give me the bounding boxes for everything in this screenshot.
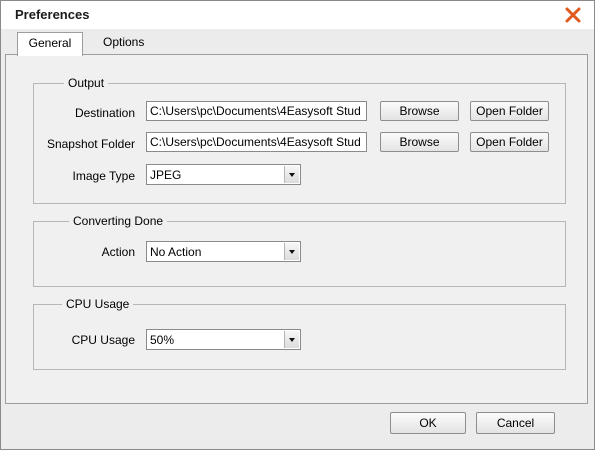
cpu-usage-label: CPU Usage — [71, 333, 135, 347]
cpu-usage-value: 50% — [150, 333, 175, 347]
general-panel: Output Destination C:\Users\pc\Documents… — [5, 54, 588, 404]
action-label: Action — [101, 245, 135, 259]
destination-label: Destination — [74, 106, 135, 120]
chevron-down-icon[interactable] — [284, 166, 299, 183]
output-group-title: Output — [64, 76, 109, 90]
chevron-down-icon[interactable] — [284, 331, 299, 348]
close-button[interactable] — [564, 6, 582, 24]
action-value: No Action — [150, 245, 202, 259]
tab-general[interactable]: General — [17, 32, 83, 56]
close-icon — [565, 7, 581, 23]
snapshot-folder-label: Snapshot Folder — [46, 137, 135, 151]
image-type-value: JPEG — [150, 168, 182, 182]
output-group: Output Destination C:\Users\pc\Documents… — [33, 76, 566, 204]
action-select[interactable]: No Action — [146, 241, 301, 262]
destination-open-folder-button[interactable]: Open Folder — [470, 101, 549, 121]
snapshot-folder-field[interactable]: C:\Users\pc\Documents\4Easysoft Stud — [146, 132, 367, 152]
converting-done-group: Converting Done Action No Action — [33, 214, 566, 287]
image-type-label: Image Type — [72, 169, 135, 183]
snapshot-browse-button[interactable]: Browse — [380, 132, 459, 152]
title-bar: Preferences — [1, 1, 594, 29]
preferences-window: Preferences General Options Output Desti… — [0, 0, 595, 450]
cpu-usage-select[interactable]: 50% — [146, 329, 301, 350]
chevron-down-icon[interactable] — [284, 243, 299, 260]
cpu-usage-group-title: CPU Usage — [62, 297, 134, 311]
converting-done-group-title: Converting Done — [69, 214, 168, 228]
snapshot-open-folder-button[interactable]: Open Folder — [470, 132, 549, 152]
tab-options[interactable]: Options — [93, 32, 154, 54]
ok-button[interactable]: OK — [390, 412, 466, 434]
window-title: Preferences — [15, 7, 90, 22]
cancel-button[interactable]: Cancel — [476, 412, 555, 434]
destination-field[interactable]: C:\Users\pc\Documents\4Easysoft Stud — [146, 101, 367, 121]
image-type-select[interactable]: JPEG — [146, 164, 301, 185]
cpu-usage-group: CPU Usage CPU Usage 50% — [33, 297, 566, 370]
destination-browse-button[interactable]: Browse — [380, 101, 459, 121]
